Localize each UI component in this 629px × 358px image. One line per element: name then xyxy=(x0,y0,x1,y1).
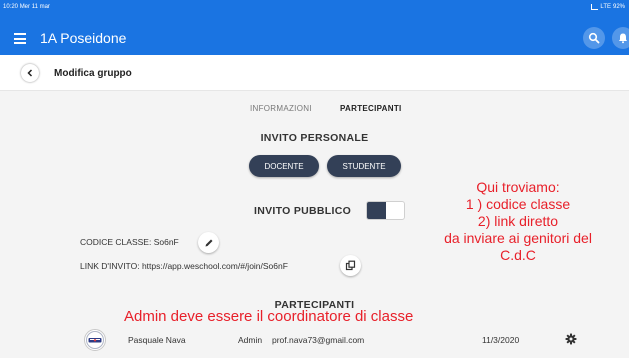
class-code-label: CODICE CLASSE: xyxy=(80,237,152,247)
public-invite-title: INVITO PUBBLICO xyxy=(254,205,352,217)
public-invite-toggle[interactable] xyxy=(366,201,405,220)
notifications-button[interactable] xyxy=(612,27,629,49)
pencil-icon xyxy=(205,239,212,246)
invite-teacher-button[interactable]: DOCENTE xyxy=(249,155,319,177)
participant-name: Pasquale Nava xyxy=(128,335,186,345)
sub-header: Modifica gruppo xyxy=(0,55,629,91)
network-type: LTE xyxy=(600,4,611,10)
class-code-row: CODICE CLASSE: So6nF xyxy=(80,237,179,247)
participant-email: prof.nava73@gmail.com xyxy=(272,335,365,345)
search-icon xyxy=(588,32,600,44)
participants-panel: INFORMAZIONI PARTECIPANTI INVITO PERSONA… xyxy=(0,91,629,358)
invite-link-label: LINK D'INVITO: xyxy=(80,261,140,271)
tab-partecipanti[interactable]: PARTECIPANTI xyxy=(340,104,402,113)
annotation-line: 1 ) codice classe xyxy=(465,196,571,212)
class-code-value: So6nF xyxy=(153,237,179,247)
copy-link-button[interactable] xyxy=(340,255,361,276)
toggle-on-segment xyxy=(367,202,386,219)
annotation-line: 2) link diretto xyxy=(477,213,559,229)
status-time-date: 10:20 Mer 11 mar xyxy=(3,4,50,10)
avatar xyxy=(84,329,106,351)
status-time: 10:20 xyxy=(3,4,19,10)
menu-icon[interactable] xyxy=(14,33,26,44)
tab-informazioni[interactable]: INFORMAZIONI xyxy=(250,104,312,113)
annotation-line: Qui troviamo: xyxy=(476,179,560,195)
status-date: Mer 11 mar xyxy=(19,4,50,10)
status-indicators: LTE 92% xyxy=(591,4,625,10)
gear-icon xyxy=(565,333,577,345)
bell-icon xyxy=(619,33,627,44)
participant-settings-button[interactable] xyxy=(565,332,577,350)
search-button[interactable] xyxy=(583,27,605,49)
app-title: 1A Poseidone xyxy=(40,30,127,46)
invite-link-row: LINK D'INVITO: https://app.weschool.com/… xyxy=(80,261,288,271)
personal-invite-title: INVITO PERSONALE xyxy=(260,132,369,144)
page-title: Modifica gruppo xyxy=(54,68,132,79)
battery-level: 92% xyxy=(612,4,625,10)
annotation-line: da inviare ai genitori del xyxy=(444,230,592,246)
participant-date: 11/3/2020 xyxy=(482,335,520,345)
signal-icon xyxy=(591,4,599,10)
annotation-class-code-note: Qui troviamo: 1 ) codice classe 2) link … xyxy=(412,179,624,264)
annotation-line: C.d.C xyxy=(500,247,536,263)
app-bar: 1A Poseidone xyxy=(0,22,629,55)
invite-student-button[interactable]: STUDENTE xyxy=(327,155,401,177)
avatar-image xyxy=(86,331,104,349)
back-button[interactable] xyxy=(21,64,39,82)
invite-link-value: https://app.weschool.com/#/join/So6nF xyxy=(141,261,288,271)
participant-role: Admin xyxy=(238,335,263,345)
chevron-left-icon xyxy=(27,69,33,77)
status-bar: 10:20 Mer 11 mar LTE 92% xyxy=(0,0,629,22)
annotation-admin-note: Admin deve essere il coordinatore di cla… xyxy=(124,308,414,325)
participant-row: Pasquale Nava Admin prof.nava73@gmail.co… xyxy=(0,326,629,356)
copy-icon xyxy=(345,260,356,271)
edit-class-code-button[interactable] xyxy=(198,232,219,253)
